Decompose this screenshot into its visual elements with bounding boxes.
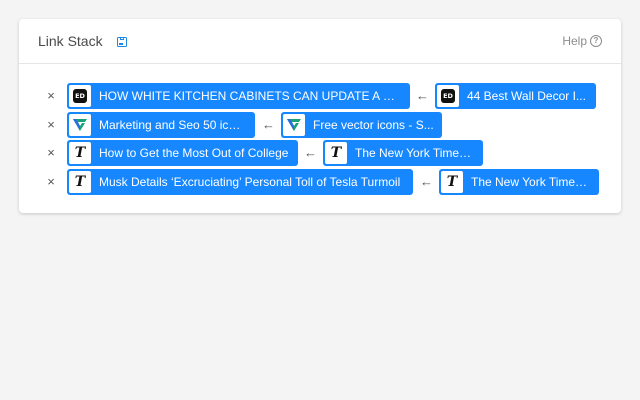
remove-icon[interactable]: × [45,140,57,166]
link-title: How to Get the Most Out of College [99,146,289,160]
previous-link[interactable]: T The New York Times... [323,140,483,166]
stack-row: × T How to Get the Most Out of College ←… [19,140,621,166]
vectorify-icon [283,114,305,136]
current-link[interactable]: T Musk Details ‘Excruciating’ Personal T… [67,169,413,195]
page-title: Link Stack [38,33,103,49]
link-title: HOW WHITE KITCHEN CABINETS CAN UPDATE A … [99,89,402,103]
arrow-left-icon: ← [416,88,429,103]
stack-row: × T Musk Details ‘Excruciating’ Personal… [19,169,621,195]
link-title: The New York Times... [471,175,591,189]
nyt-icon: T [69,142,91,164]
current-link[interactable]: T How to Get the Most Out of College [67,140,298,166]
link-title: The New York Times... [355,146,475,160]
current-link[interactable]: ED HOW WHITE KITCHEN CABINETS CAN UPDATE… [67,83,410,109]
nyt-icon: T [325,142,347,164]
previous-link[interactable]: T The New York Times... [439,169,599,195]
link-title: Musk Details ‘Excruciating’ Personal Tol… [99,175,401,189]
previous-link[interactable]: Free vector icons - S... [281,112,442,138]
stack-row: × ED HOW WHITE KITCHEN CABINETS CAN UPDA… [19,83,621,109]
link-title: 44 Best Wall Decor I... [467,89,586,103]
favicon-icon: ED [437,85,459,107]
vectorify-icon [69,114,91,136]
save-icon[interactable] [116,36,127,47]
link-title: Free vector icons - S... [313,118,434,132]
current-link[interactable]: Marketing and Seo 50 icons [67,112,255,138]
arrow-left-icon: ← [262,117,275,132]
arrow-left-icon: ← [304,145,317,160]
link-title: Marketing and Seo 50 icons [99,118,247,132]
panel-header: Link Stack Help ? [19,19,621,64]
nyt-icon: T [441,171,463,193]
previous-link[interactable]: ED 44 Best Wall Decor I... [435,83,596,109]
help-link[interactable]: Help ? [562,19,602,63]
nyt-icon: T [69,171,91,193]
remove-icon[interactable]: × [45,112,57,138]
remove-icon[interactable]: × [45,169,57,195]
link-stack-panel: Link Stack Help ? × ED HOW WHITE KITCHEN… [19,19,621,213]
remove-icon[interactable]: × [45,83,57,109]
help-icon: ? [590,35,602,47]
stack-row: × Marketing and Seo 50 icons ← Free vect… [19,112,621,138]
favicon-icon: ED [69,85,91,107]
help-label: Help [562,34,587,48]
arrow-left-icon: ← [420,174,433,189]
